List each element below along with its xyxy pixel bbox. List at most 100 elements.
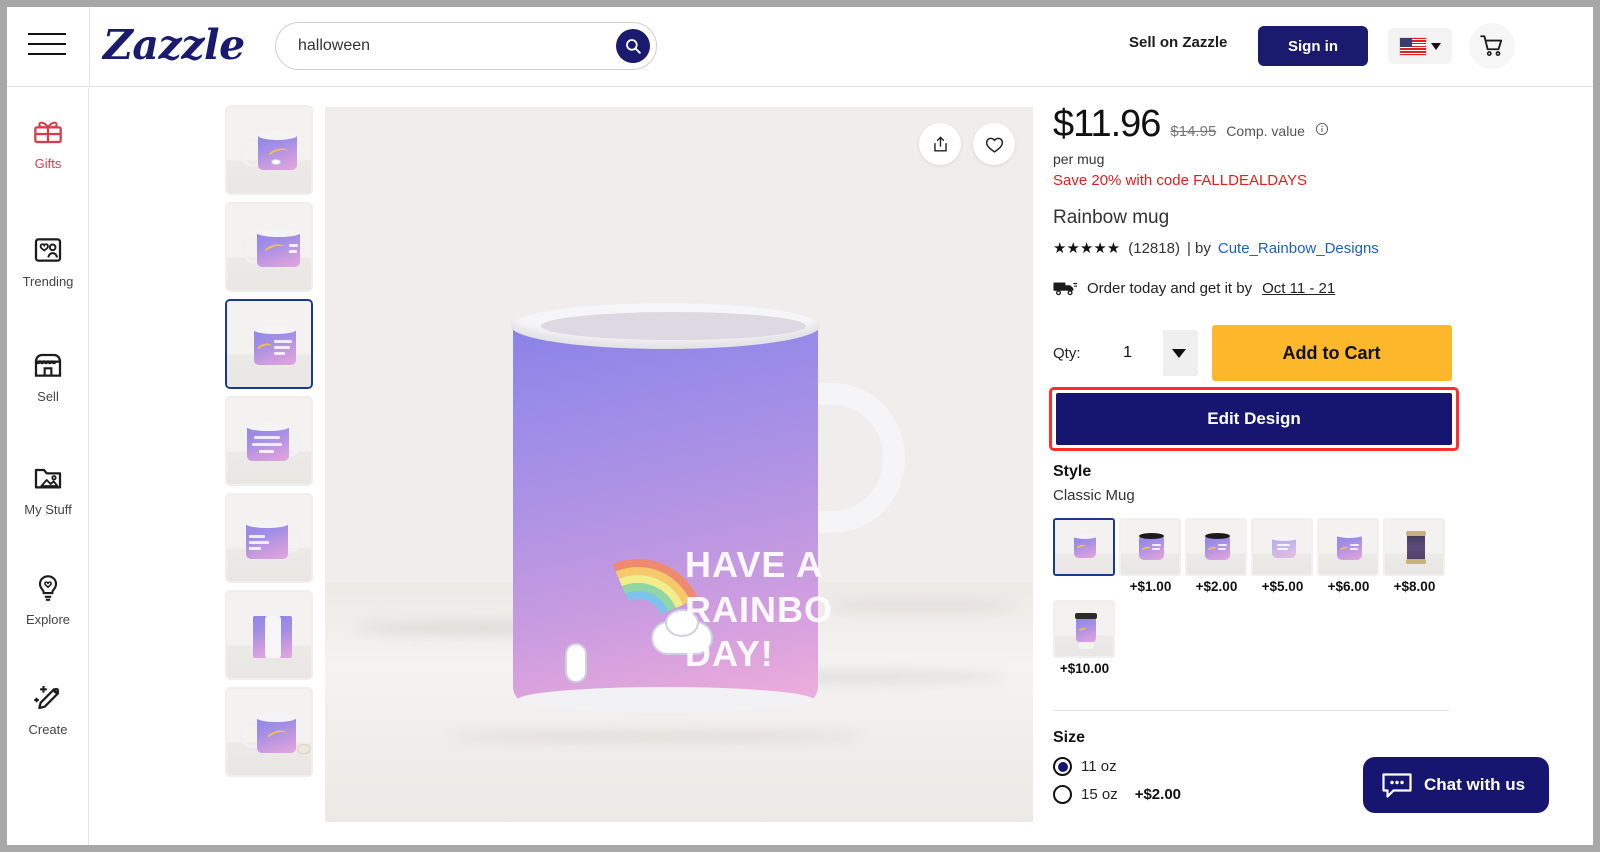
purchase-row: Qty: 1 Add to Cart — [1053, 325, 1473, 381]
heart-icon — [985, 137, 1003, 153]
style-swatch-cell — [1053, 518, 1116, 594]
compare-price-label: Comp. value — [1226, 123, 1305, 139]
mug-illustration: HAVE A RAINBO DAY! — [503, 303, 905, 713]
delivery-date[interactable]: Oct 11 - 21 — [1262, 280, 1335, 297]
chevron-down-icon — [1431, 42, 1441, 50]
delivery-estimate: Order today and get it by Oct 11 - 21 — [1053, 279, 1473, 297]
page-root: Zazzle Sell on Zazzle Sign in — [7, 7, 1593, 845]
cart-button[interactable] — [1469, 23, 1515, 69]
thumbnail-item[interactable] — [225, 202, 313, 292]
sidebar-item-trending[interactable]: Trending — [7, 230, 89, 289]
storefront-icon — [7, 345, 89, 385]
thumbnail-item[interactable] — [225, 590, 313, 680]
style-section-title: Style — [1053, 463, 1092, 480]
style-swatch-price: +$1.00 — [1129, 579, 1172, 594]
radio-icon[interactable] — [1053, 785, 1072, 804]
style-swatch[interactable] — [1251, 518, 1313, 576]
designer-link[interactable]: Cute_Rainbow_Designs — [1218, 240, 1379, 257]
locale-selector[interactable] — [1388, 28, 1452, 64]
thumbnail-item[interactable] — [225, 493, 313, 583]
style-swatch-cell: +$10.00 — [1053, 600, 1116, 676]
radio-icon[interactable] — [1053, 757, 1072, 776]
quantity-stepper[interactable]: 1 — [1092, 330, 1198, 376]
page-title: Rainbow mug — [1053, 207, 1170, 228]
style-swatch-price: +$6.00 — [1327, 579, 1370, 594]
rating-row: ★★★★★ (12818) | by Cute_Rainbow_Designs — [1053, 239, 1473, 258]
sidebar-item-my-stuff[interactable]: My Stuff — [7, 458, 89, 517]
thumbnail-item[interactable] — [225, 105, 313, 195]
thumbnail-strip — [225, 105, 313, 784]
chat-with-us-button[interactable]: Chat with us — [1363, 757, 1549, 813]
section-divider — [1053, 710, 1449, 711]
delivery-text: Order today and get it by — [1087, 279, 1253, 297]
compare-price: $14.95 — [1170, 123, 1217, 140]
sidebar-item-explore[interactable]: Explore — [7, 568, 89, 627]
sell-on-zazzle-link[interactable]: Sell on Zazzle — [1129, 34, 1227, 51]
style-swatch[interactable] — [1185, 518, 1247, 576]
sidebar-item-create[interactable]: Create — [7, 678, 89, 737]
hamburger-icon[interactable] — [25, 33, 69, 63]
style-swatch-cell: +$2.00 — [1185, 518, 1248, 594]
sidebar-item-label: Explore — [25, 612, 71, 627]
zazzle-logo[interactable]: Zazzle — [103, 21, 245, 69]
folder-image-icon — [7, 458, 89, 498]
sidebar-item-label: My Stuff — [24, 502, 72, 517]
size-option-label: 11 oz — [1081, 758, 1117, 775]
favorite-button[interactable] — [973, 123, 1015, 165]
style-swatch[interactable] — [1317, 518, 1379, 576]
site-header: Zazzle Sell on Zazzle Sign in — [7, 7, 1593, 87]
product-details-panel: $11.96 $14.95 Comp. value per mug Save 2… — [1049, 103, 1473, 804]
share-button[interactable] — [919, 123, 961, 165]
promo-text: Save 20% with code FALLDEALDAYS — [1053, 172, 1308, 189]
info-icon[interactable] — [1315, 122, 1329, 141]
thumbnail-item-selected[interactable] — [225, 299, 313, 389]
us-flag-icon — [1399, 36, 1427, 56]
sidebar-item-sell[interactable]: Sell — [7, 345, 89, 404]
size-option-extra: +$2.00 — [1134, 786, 1181, 803]
search-icon — [626, 39, 641, 54]
by-separator: | by — [1186, 239, 1211, 257]
thumbnail-item[interactable] — [225, 687, 313, 777]
per-unit-label: per mug — [1053, 151, 1105, 167]
chat-label: Chat with us — [1424, 775, 1526, 794]
quantity-value[interactable]: 1 — [1092, 330, 1163, 376]
style-swatch-cell: +$8.00 — [1383, 518, 1446, 594]
sign-in-button[interactable]: Sign in — [1258, 26, 1368, 66]
lightbulb-heart-icon — [7, 568, 89, 608]
style-swatch[interactable] — [1053, 600, 1115, 658]
style-swatch[interactable] — [1119, 518, 1181, 576]
mug-text: HAVE A RAINBO DAY! — [685, 544, 833, 675]
style-swatch-price: +$8.00 — [1393, 579, 1436, 594]
style-swatch-price: +$2.00 — [1195, 579, 1238, 594]
style-swatch-cell: +$5.00 — [1251, 518, 1314, 594]
thumbnail-item[interactable] — [225, 396, 313, 486]
style-swatch-cell: +$6.00 — [1317, 518, 1380, 594]
style-swatch-grid: +$1.00 +$2.00 +$5.00 +$6.00 +$8.00 +$10.… — [1053, 518, 1453, 682]
price: $11.96 — [1053, 103, 1161, 145]
share-icon — [933, 136, 947, 152]
chat-bubble-icon — [1381, 772, 1413, 799]
price-row: $11.96 $14.95 Comp. value — [1053, 103, 1473, 146]
review-count: (12818) — [1128, 239, 1180, 257]
style-swatch-cell: +$1.00 — [1119, 518, 1182, 594]
sidebar-item-label: Sell — [37, 389, 59, 404]
trending-icon — [7, 230, 89, 270]
size-section-title: Size — [1053, 729, 1086, 746]
sidebar-item-label: Trending — [22, 274, 74, 289]
add-to-cart-button[interactable]: Add to Cart — [1211, 325, 1452, 381]
product-hero-image[interactable]: HAVE A RAINBO DAY! — [325, 107, 1033, 822]
cart-icon — [1480, 35, 1503, 57]
style-swatch-price: +$10.00 — [1059, 661, 1110, 676]
gift-icon — [7, 112, 89, 152]
search-input[interactable] — [298, 23, 588, 69]
edit-design-button[interactable]: Edit Design — [1056, 393, 1452, 445]
size-option-label: 15 oz — [1081, 786, 1118, 803]
search-button[interactable] — [616, 29, 650, 63]
left-sidebar: Gifts Trending Sell My Stuff Explore Cre… — [7, 88, 89, 845]
style-swatch[interactable] — [1383, 518, 1445, 576]
truck-icon — [1053, 279, 1077, 297]
pencil-sparkle-icon — [7, 678, 89, 718]
style-selected-value: Classic Mug — [1053, 487, 1135, 504]
style-swatch-selected[interactable] — [1053, 518, 1115, 576]
sidebar-item-gifts[interactable]: Gifts — [7, 112, 89, 171]
